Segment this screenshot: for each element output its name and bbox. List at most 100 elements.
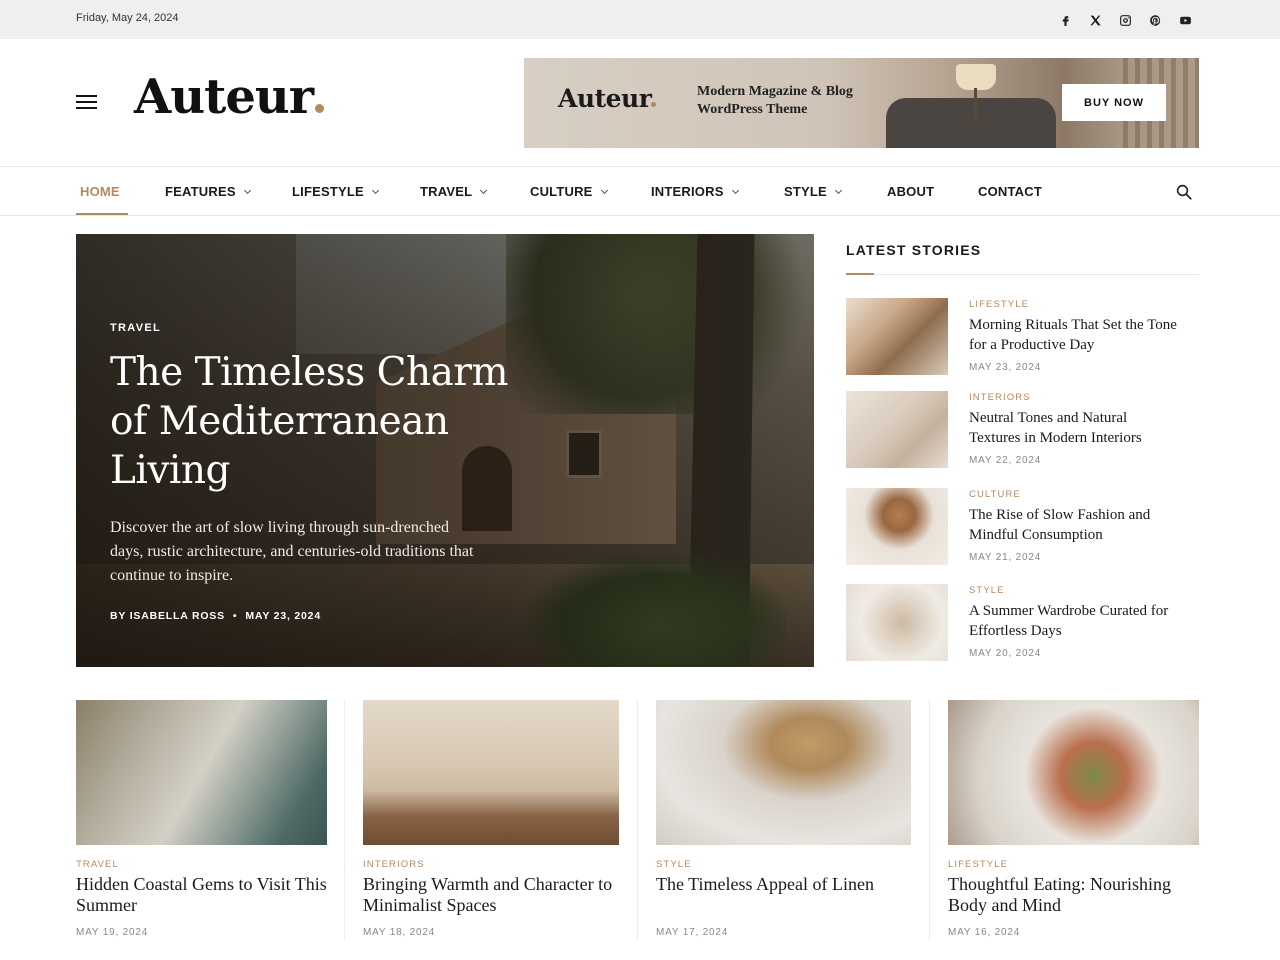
card-category[interactable]: INTERIORS xyxy=(363,859,425,870)
card-date: MAY 16, 2024 xyxy=(948,927,1021,938)
chevron-down-icon xyxy=(480,186,488,195)
nav-item-home[interactable]: HOME xyxy=(80,184,120,199)
card-category[interactable]: LIFESTYLE xyxy=(948,859,1008,870)
active-nav-indicator xyxy=(76,213,128,215)
nav-item-culture[interactable]: CULTURE xyxy=(530,184,608,199)
social-links xyxy=(1056,11,1194,29)
card-image[interactable] xyxy=(363,700,619,845)
card-title[interactable]: Thoughtful Eating: Nourishing Body and M… xyxy=(948,874,1208,916)
meta-separator: • xyxy=(232,610,238,622)
latest-story[interactable]: STYLE A Summer Wardrobe Curated for Effo… xyxy=(846,584,1199,664)
hero-description: Discover the art of slow living through … xyxy=(110,519,474,584)
story-category[interactable]: INTERIORS xyxy=(969,392,1031,403)
story-title[interactable]: Morning Rituals That Set the Tone for a … xyxy=(969,315,1179,355)
nav-label: FEATURES xyxy=(165,184,236,199)
top-bar: Friday, May 24, 2024 xyxy=(0,0,1280,39)
card-category[interactable]: TRAVEL xyxy=(76,859,119,870)
logo-dot xyxy=(315,104,325,113)
nav-item-travel[interactable]: TRAVEL xyxy=(420,184,488,199)
ad-banner[interactable]: Auteur Modern Magazine & Blog WordPress … xyxy=(524,58,1199,148)
nav-item-interiors[interactable]: INTERIORS xyxy=(651,184,739,199)
chevron-down-icon xyxy=(243,186,251,195)
story-date: MAY 21, 2024 xyxy=(969,552,1042,563)
card-image[interactable] xyxy=(656,700,911,845)
site-header: Auteur Auteur Modern Magazine & Blog Wor… xyxy=(0,39,1280,167)
banner-lamp-stand xyxy=(974,88,977,118)
card-category[interactable]: STYLE xyxy=(656,859,692,870)
card-divider xyxy=(637,700,638,940)
nav-label: CONTACT xyxy=(978,184,1042,199)
banner-logo-text: Auteur xyxy=(558,84,652,113)
banner-line-1: Modern Magazine & Blog xyxy=(697,84,853,99)
nav-item-about[interactable]: ABOUT xyxy=(887,184,934,199)
latest-story[interactable]: INTERIORS Neutral Tones and Natural Text… xyxy=(846,391,1199,471)
story-date: MAY 20, 2024 xyxy=(969,648,1042,659)
article-card[interactable]: LIFESTYLE Thoughtful Eating: Nourishing … xyxy=(948,700,1199,950)
x-icon[interactable] xyxy=(1086,11,1104,29)
latest-stories-heading: LATEST STORIES xyxy=(846,242,982,258)
pinterest-icon[interactable] xyxy=(1146,11,1164,29)
card-date: MAY 17, 2024 xyxy=(656,927,729,938)
nav-label: HOME xyxy=(80,184,120,199)
story-category[interactable]: CULTURE xyxy=(969,489,1021,500)
banner-line-2: WordPress Theme xyxy=(697,102,808,117)
story-title[interactable]: A Summer Wardrobe Curated for Effortless… xyxy=(969,601,1179,641)
card-title[interactable]: Bringing Warmth and Character to Minimal… xyxy=(363,874,623,916)
site-logo[interactable]: Auteur xyxy=(134,69,325,125)
hero-date: MAY 23, 2024 xyxy=(245,610,321,622)
story-thumbnail[interactable] xyxy=(846,391,948,468)
story-category[interactable]: STYLE xyxy=(969,585,1005,596)
nav-item-lifestyle[interactable]: LIFESTYLE xyxy=(292,184,379,199)
story-date: MAY 22, 2024 xyxy=(969,455,1042,466)
latest-story[interactable]: LIFESTYLE Morning Rituals That Set the T… xyxy=(846,298,1199,378)
card-divider xyxy=(929,700,930,940)
article-card[interactable]: TRAVEL Hidden Coastal Gems to Visit This… xyxy=(76,700,327,950)
youtube-icon[interactable] xyxy=(1176,11,1194,29)
card-title[interactable]: The Timeless Appeal of Linen xyxy=(656,874,916,895)
article-card[interactable]: INTERIORS Bringing Warmth and Character … xyxy=(363,700,619,950)
card-title[interactable]: Hidden Coastal Gems to Visit This Summer xyxy=(76,874,336,916)
article-card[interactable]: STYLE The Timeless Appeal of Linen MAY 1… xyxy=(656,700,911,950)
story-thumbnail[interactable] xyxy=(846,488,948,565)
facebook-icon[interactable] xyxy=(1056,11,1074,29)
card-date: MAY 18, 2024 xyxy=(363,927,436,938)
menu-icon[interactable] xyxy=(76,95,97,109)
banner-lamp-image xyxy=(956,64,996,90)
story-date: MAY 23, 2024 xyxy=(969,362,1042,373)
hero-title[interactable]: The Timeless Charm of Mediterranean Livi… xyxy=(110,348,530,495)
card-divider xyxy=(344,700,345,940)
story-category[interactable]: LIFESTYLE xyxy=(969,299,1029,310)
instagram-icon[interactable] xyxy=(1116,11,1134,29)
story-title[interactable]: Neutral Tones and Natural Textures in Mo… xyxy=(969,408,1179,448)
banner-logo-dot xyxy=(651,102,657,107)
hero-category[interactable]: TRAVEL xyxy=(110,322,161,334)
hero-meta: BY ISABELLA ROSS • MAY 23, 2024 xyxy=(110,610,321,622)
card-date: MAY 19, 2024 xyxy=(76,927,149,938)
story-thumbnail[interactable] xyxy=(846,584,948,661)
nav-label: CULTURE xyxy=(530,184,593,199)
chevron-down-icon xyxy=(600,186,608,195)
nav-label: TRAVEL xyxy=(420,184,473,199)
hero-article[interactable]: TRAVEL The Timeless Charm of Mediterrane… xyxy=(76,234,814,667)
banner-tagline: Modern Magazine & Blog WordPress Theme xyxy=(697,83,853,119)
chevron-down-icon xyxy=(731,186,739,195)
story-title[interactable]: The Rise of Slow Fashion and Mindful Con… xyxy=(969,505,1179,545)
nav-item-contact[interactable]: CONTACT xyxy=(978,184,1042,199)
buy-now-button[interactable]: BUY NOW xyxy=(1062,84,1166,121)
latest-story[interactable]: CULTURE The Rise of Slow Fashion and Min… xyxy=(846,488,1199,568)
nav-item-features[interactable]: FEATURES xyxy=(165,184,251,199)
chevron-down-icon xyxy=(834,186,842,195)
current-date: Friday, May 24, 2024 xyxy=(76,12,179,24)
nav-label: ABOUT xyxy=(887,184,935,199)
search-icon[interactable] xyxy=(1175,183,1193,201)
story-thumbnail[interactable] xyxy=(846,298,948,375)
hero-author[interactable]: BY ISABELLA ROSS xyxy=(110,610,225,622)
nav-label: LIFESTYLE xyxy=(292,184,364,199)
nav-label: STYLE xyxy=(784,184,827,199)
main-nav: HOME FEATURES LIFESTYLE TRAVEL CULTURE I… xyxy=(0,168,1280,216)
card-image[interactable] xyxy=(76,700,327,845)
banner-chair-image xyxy=(886,98,1056,148)
chevron-down-icon xyxy=(371,186,379,195)
card-image[interactable] xyxy=(948,700,1199,845)
nav-item-style[interactable]: STYLE xyxy=(784,184,842,199)
